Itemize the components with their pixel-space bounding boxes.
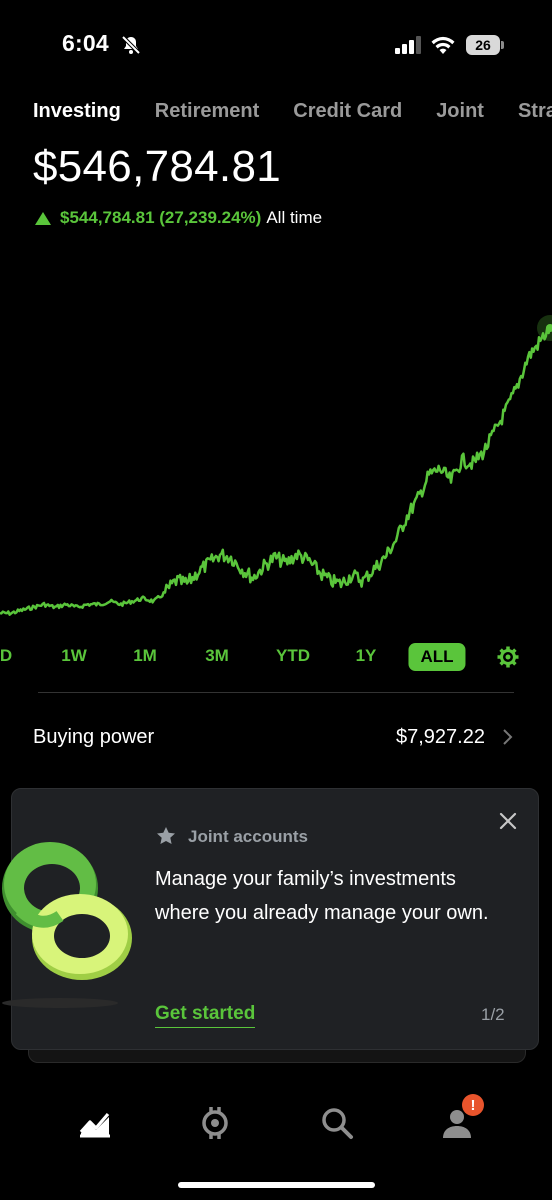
status-time: 6:04 (62, 30, 109, 56)
range-3m[interactable]: 3M (205, 646, 229, 666)
search-icon[interactable] (320, 1106, 354, 1140)
chart-line (0, 326, 552, 616)
crypto-icon[interactable] (198, 1106, 232, 1140)
gear-icon[interactable] (497, 646, 519, 668)
range-all[interactable]: ALL (408, 643, 466, 671)
promo-body: Manage your family’s investments where y… (155, 868, 489, 924)
buying-power-value[interactable]: $7,927.22 (396, 726, 485, 749)
tab-investing[interactable]: Investing (33, 100, 121, 123)
linked-rings-illustration (2, 842, 132, 1008)
range-1d[interactable]: D (0, 646, 12, 666)
battery-nub (501, 41, 504, 49)
bell-muted-icon (121, 35, 141, 55)
range-1y[interactable]: 1Y (356, 646, 377, 666)
cellular-signal-icon (395, 36, 421, 54)
alert-badge: ! (462, 1094, 484, 1116)
investing-icon[interactable] (78, 1106, 112, 1140)
promo-kicker: Joint accounts (188, 827, 308, 846)
close-icon[interactable] (498, 811, 518, 831)
tab-credit-card[interactable]: Credit Card (293, 100, 402, 123)
buying-power-label[interactable]: Buying power (33, 726, 154, 749)
gain-row: $544,784.81 (27,239.24%) All time (35, 208, 322, 228)
gain-period: All time (266, 208, 323, 227)
account-tabs: Investing Retirement Credit Card Joint S… (33, 100, 552, 123)
wifi-icon (431, 36, 455, 54)
portfolio-chart[interactable] (0, 300, 552, 640)
tab-joint[interactable]: Joint (436, 100, 484, 123)
gain-amount: $544,784.81 (27,239.24%) (60, 208, 262, 227)
home-indicator[interactable] (178, 1182, 375, 1188)
portfolio-value: $546,784.81 (33, 142, 281, 191)
promo-pager: 1/2 (481, 1005, 505, 1024)
range-1w[interactable]: 1W (61, 646, 87, 666)
range-1m[interactable]: 1M (133, 646, 157, 666)
battery-indicator: 26 (466, 35, 500, 55)
chevron-right-icon[interactable] (500, 728, 514, 746)
range-ytd[interactable]: YTD (276, 646, 310, 666)
tab-retirement[interactable]: Retirement (155, 100, 259, 123)
up-arrow-icon (35, 211, 51, 225)
divider (38, 692, 514, 693)
star-icon (157, 827, 175, 844)
get-started-link[interactable]: Get started (155, 1003, 256, 1028)
tab-strategies[interactable]: Stra (518, 100, 552, 123)
